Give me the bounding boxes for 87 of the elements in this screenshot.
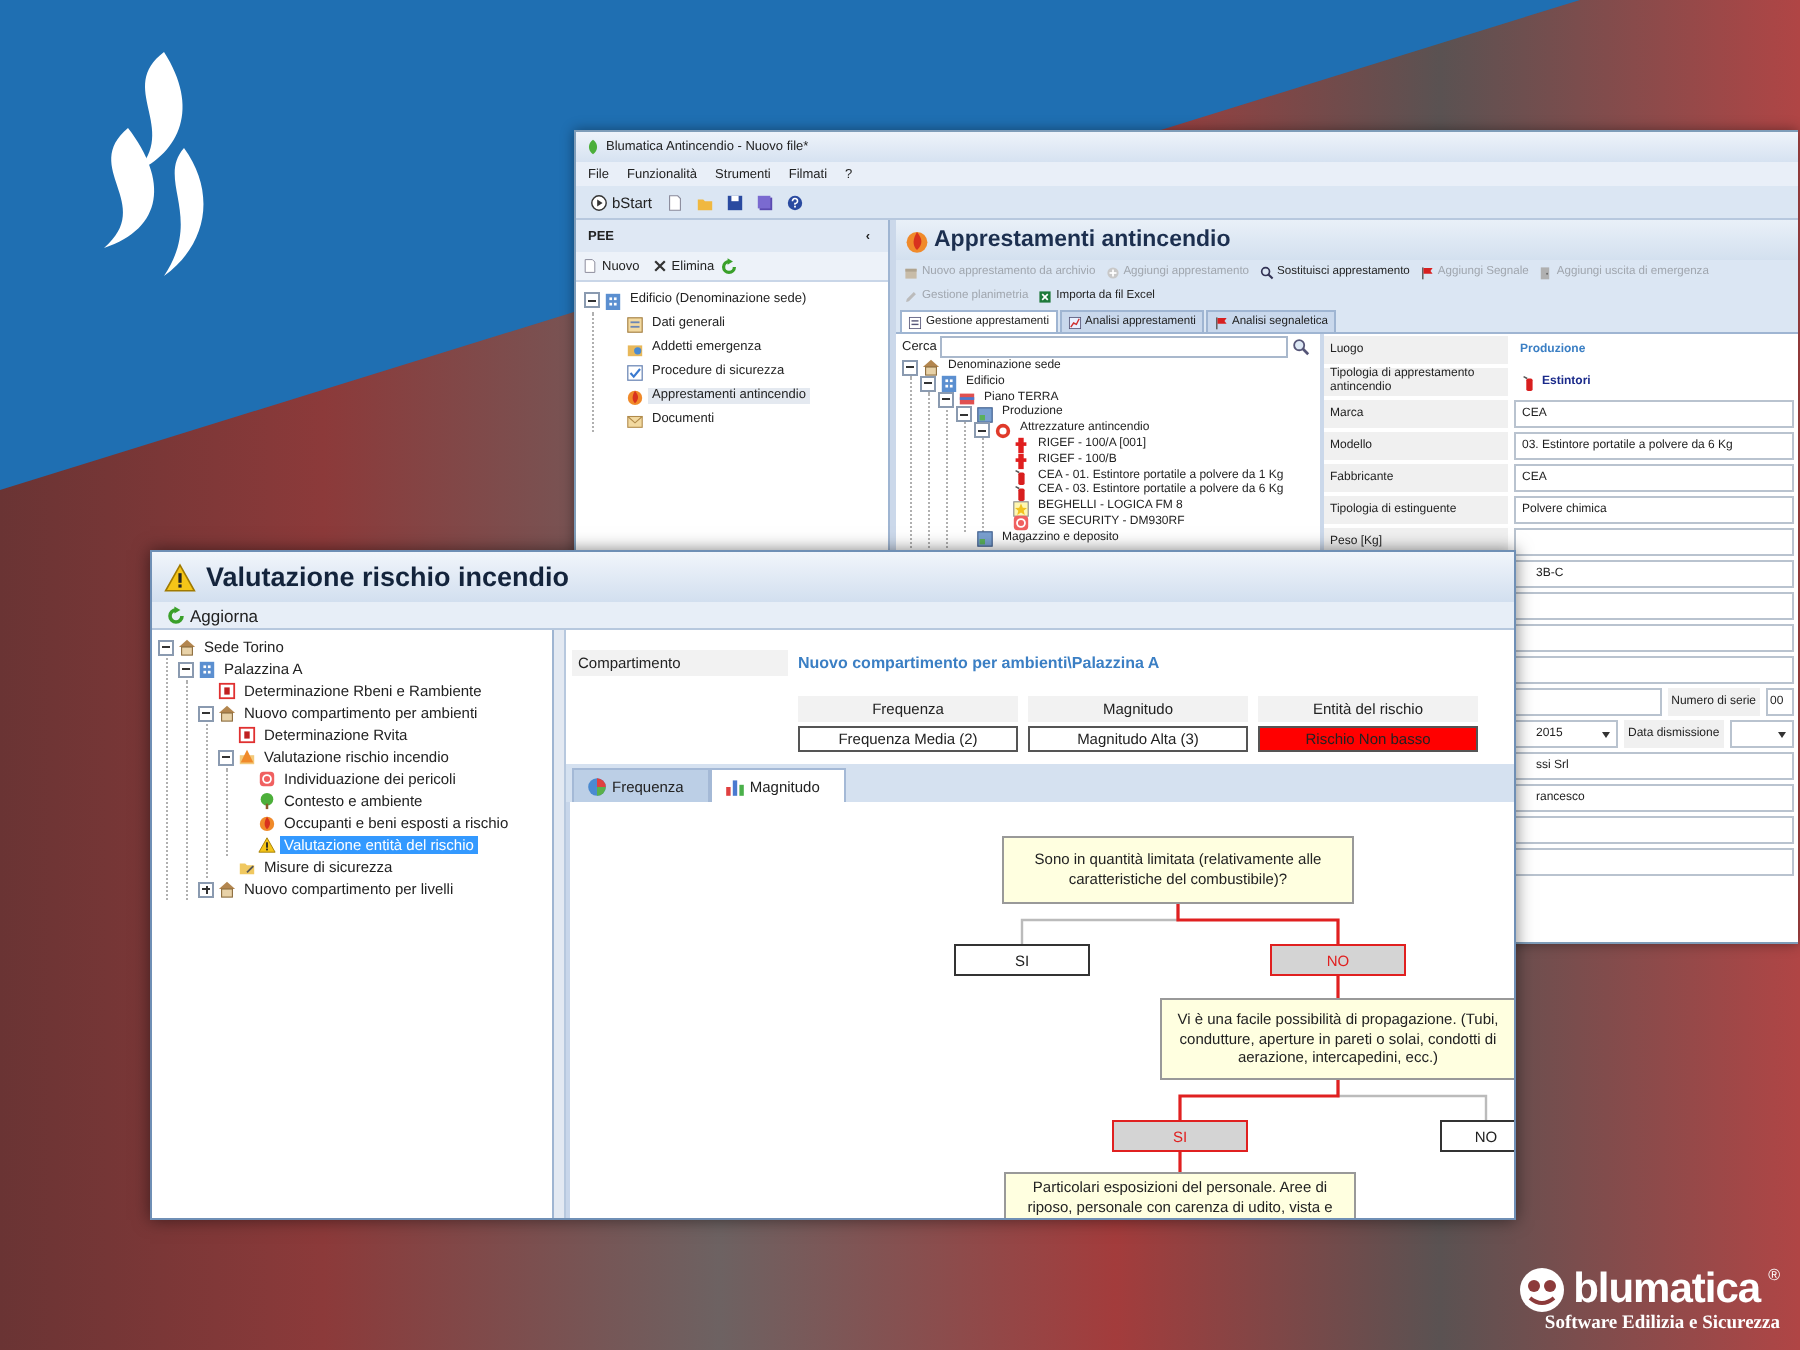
house-icon xyxy=(178,638,196,656)
input-field[interactable] xyxy=(1514,624,1794,652)
input-field[interactable] xyxy=(1514,688,1662,716)
lamp-icon xyxy=(1012,499,1030,518)
input-field[interactable] xyxy=(1514,528,1794,556)
minus-box-icon[interactable] xyxy=(158,639,174,655)
leaf-icon xyxy=(584,138,602,156)
building-icon xyxy=(940,374,958,393)
document-icon[interactable] xyxy=(666,193,685,211)
connector-line xyxy=(1178,1152,1182,1172)
caret-icon xyxy=(1778,731,1786,737)
spreadsheet-icon xyxy=(1038,289,1053,303)
flame-icon xyxy=(626,387,644,405)
minus-box-icon[interactable] xyxy=(584,292,600,308)
help-icon[interactable] xyxy=(786,193,805,211)
alarm-icon xyxy=(258,770,276,788)
pencil-icon xyxy=(904,289,918,303)
input-field[interactable] xyxy=(1514,592,1794,620)
brand-logo-icon xyxy=(1517,1266,1566,1314)
tree-icon xyxy=(258,792,276,810)
minus-box-icon[interactable] xyxy=(920,375,936,392)
caret-icon xyxy=(1602,731,1610,737)
panel-title: Apprestamenti antincendio xyxy=(934,228,1231,252)
hydrant-icon xyxy=(1012,436,1030,455)
minus-box-icon[interactable] xyxy=(218,749,234,765)
form-icon xyxy=(626,315,644,333)
brand-name: blumatica xyxy=(1573,1266,1761,1314)
room-icon xyxy=(976,405,994,424)
building-icon xyxy=(198,660,216,678)
connector-line xyxy=(1336,976,1340,998)
minus-box-icon[interactable] xyxy=(198,705,214,721)
warning-icon xyxy=(164,561,196,593)
door-icon xyxy=(1538,265,1553,279)
warning-icon xyxy=(258,836,276,854)
alarm-icon xyxy=(1012,514,1030,533)
bar-chart-icon xyxy=(723,775,746,797)
minus-box-icon[interactable] xyxy=(956,406,972,423)
window-title: Valutazione rischio incendio xyxy=(206,562,570,592)
house-icon xyxy=(218,704,236,722)
save-all-icon[interactable] xyxy=(756,193,775,211)
building-icon xyxy=(604,291,622,309)
pie-chart-icon xyxy=(586,775,608,797)
flag-icon xyxy=(1213,315,1228,329)
cross-icon xyxy=(651,258,668,274)
play-circle-icon xyxy=(590,193,608,211)
refresh-icon[interactable] xyxy=(720,257,739,275)
extinguisher-icon xyxy=(1012,483,1030,502)
house-icon xyxy=(922,358,940,377)
magnifier-icon xyxy=(1259,265,1274,279)
save-icon[interactable] xyxy=(726,193,745,211)
chart-icon xyxy=(1067,315,1082,329)
flame-icon xyxy=(904,227,930,253)
framed-square-icon xyxy=(238,726,256,744)
extinguisher-icon xyxy=(1012,467,1030,486)
checklist-icon xyxy=(626,363,644,381)
input-field[interactable] xyxy=(1514,816,1794,844)
flag-icon xyxy=(1419,265,1434,279)
registered-mark: ® xyxy=(1768,1266,1780,1284)
folder-icon xyxy=(238,858,256,876)
minus-box-icon[interactable] xyxy=(974,422,990,439)
hydrant-icon xyxy=(1012,452,1030,471)
minus-box-icon[interactable] xyxy=(178,661,194,677)
list-icon xyxy=(908,315,922,329)
framed-square-icon xyxy=(218,682,236,700)
flame-icon xyxy=(258,814,276,832)
envelope-icon xyxy=(626,411,644,429)
floor-icon xyxy=(958,390,976,408)
people-icon xyxy=(626,339,644,357)
compartment-value: Nuovo compartimento per ambienti\Palazzina A xyxy=(798,654,1160,672)
minus-box-icon[interactable] xyxy=(902,359,918,376)
document-icon xyxy=(582,258,598,274)
search-field[interactable] xyxy=(940,335,1288,357)
brand-tagline: Software Edilizia e Sicurezza xyxy=(1544,1314,1780,1334)
house-icon xyxy=(218,880,236,898)
input-field[interactable] xyxy=(1514,848,1794,876)
room-icon xyxy=(976,530,994,549)
extinguisher-icon xyxy=(1520,373,1538,391)
archive-icon xyxy=(904,265,918,279)
refresh-button[interactable]: Aggiorna xyxy=(160,605,265,625)
minus-box-icon[interactable] xyxy=(938,391,954,407)
input-field[interactable] xyxy=(1514,656,1794,684)
warning-folder-icon xyxy=(238,748,256,766)
search-icon[interactable] xyxy=(1292,337,1310,355)
alarm-icon xyxy=(994,421,1012,440)
plus-box-icon[interactable] xyxy=(198,881,214,897)
plus-circle-icon xyxy=(1105,265,1120,279)
refresh-icon xyxy=(166,605,186,625)
